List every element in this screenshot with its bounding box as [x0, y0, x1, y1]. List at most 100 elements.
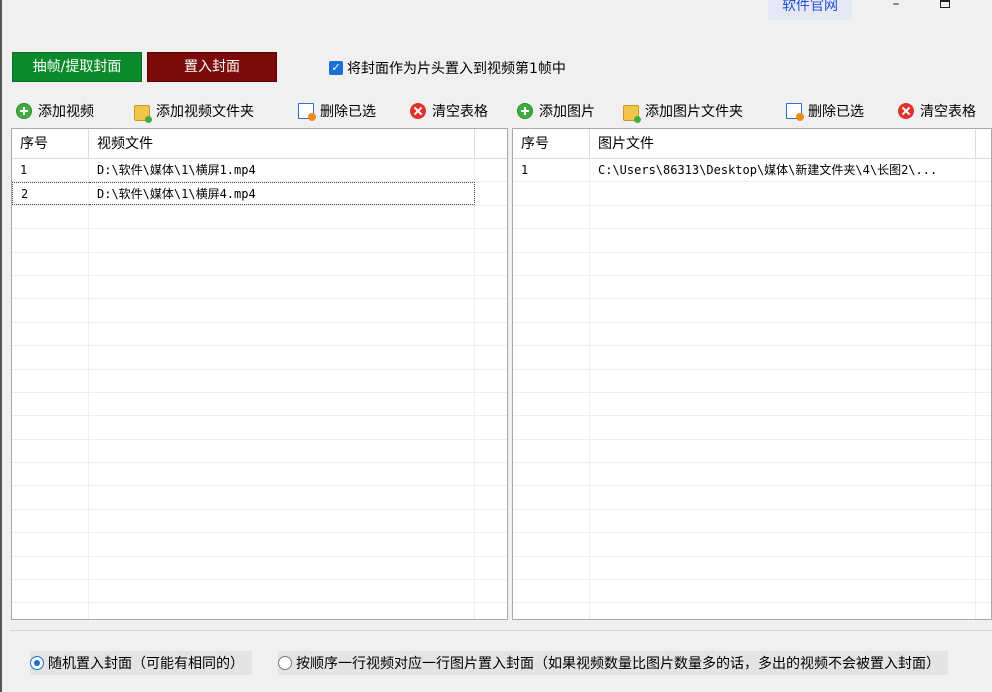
delete-selected-videos-button[interactable]: 删除已选: [298, 97, 376, 125]
empty-cell: [590, 275, 976, 299]
empty-cell: [513, 509, 590, 533]
clear-icon: [410, 103, 426, 119]
add-image-folder-button[interactable]: 添加图片文件夹: [623, 97, 743, 125]
empty-cell: [475, 206, 507, 228]
clear-image-table-button[interactable]: 清空表格: [898, 97, 976, 125]
empty-cell: [475, 486, 507, 508]
empty-cell: [12, 392, 89, 416]
empty-cell: [89, 439, 475, 463]
empty-cell: [590, 369, 976, 392]
empty-row: [12, 229, 507, 253]
empty-cell: [513, 416, 590, 439]
column-header-index[interactable]: 序号: [12, 129, 89, 158]
empty-row: [12, 252, 507, 276]
empty-cell: [513, 580, 590, 603]
empty-row: [12, 580, 507, 604]
empty-cell: [12, 603, 89, 619]
empty-cell: [513, 322, 590, 346]
add-image-label: 添加图片: [539, 104, 595, 120]
random-cover-label: 随机置入封面（可能有相同的）: [48, 656, 244, 672]
add-image-folder-label: 添加图片文件夹: [645, 104, 743, 120]
empty-cell: [89, 369, 475, 392]
column-header-filler: [475, 129, 507, 158]
empty-cell: [590, 509, 976, 533]
empty-row: [513, 533, 991, 557]
empty-cell: [976, 346, 991, 368]
empty-cell: [590, 299, 976, 322]
table-row[interactable]: 1 C:\Users\86313\Desktop\媒体\新建文件夹\4\长图2\…: [513, 159, 991, 183]
empty-cell: [12, 580, 89, 603]
add-icon: [517, 103, 533, 119]
empty-row: [513, 556, 991, 581]
maximize-button[interactable]: [930, 0, 960, 16]
empty-cell: [89, 322, 475, 346]
empty-cell: [12, 369, 89, 392]
cover-as-first-frame-checkbox[interactable]: ✓ 将封面作为片头置入到视频第1帧中: [329, 59, 566, 77]
sequential-cover-label: 按顺序一行视频对应一行图片置入封面（如果视频数量比图片数量多的话，多出的视频不会…: [296, 656, 940, 672]
empty-row: [513, 509, 991, 534]
empty-cell: [12, 533, 89, 556]
empty-cell: [590, 205, 976, 229]
empty-row: [12, 275, 507, 300]
delete-selected-label: 删除已选: [808, 104, 864, 120]
column-header-video-file[interactable]: 视频文件: [89, 129, 475, 158]
empty-cell: [12, 346, 89, 369]
row-filler: [475, 159, 507, 181]
empty-row: [12, 439, 507, 464]
empty-cell: [976, 486, 991, 508]
empty-cell: [12, 299, 89, 322]
table-row[interactable]: 2 D:\软件\媒体\1\横屏4.mp4: [12, 182, 507, 206]
empty-cell: [12, 275, 89, 299]
empty-cell: [976, 603, 991, 619]
random-cover-radio[interactable]: 随机置入封面（可能有相同的）: [30, 651, 252, 675]
empty-row: [12, 416, 507, 440]
empty-cell: [89, 416, 475, 439]
embed-cover-button[interactable]: 置入封面: [147, 52, 277, 82]
empty-cell: [475, 299, 507, 321]
empty-cell: [590, 463, 976, 486]
empty-cell: [513, 229, 590, 252]
add-icon: [16, 103, 32, 119]
sequential-cover-radio[interactable]: 按顺序一行视频对应一行图片置入封面（如果视频数量比图片数量多的话，多出的视频不会…: [278, 651, 948, 675]
empty-cell: [513, 275, 590, 299]
empty-cell: [976, 533, 991, 555]
add-image-button[interactable]: 添加图片: [517, 97, 595, 125]
empty-cell: [590, 580, 976, 603]
empty-cell: [89, 275, 475, 299]
empty-cell: [590, 439, 976, 463]
extract-frames-button[interactable]: 抽帧/提取封面: [12, 52, 142, 82]
empty-cell: [513, 182, 590, 205]
delete-icon: [786, 103, 804, 121]
row-file-path: D:\软件\媒体\1\横屏4.mp4: [89, 182, 475, 205]
empty-row: [12, 322, 507, 347]
empty-cell: [89, 509, 475, 533]
table-row[interactable]: 1 D:\软件\媒体\1\横屏1.mp4: [12, 159, 507, 183]
empty-cell: [976, 393, 991, 415]
video-table[interactable]: 序号 视频文件 1 D:\软件\媒体\1\横屏1.mp4 2 D:\软件\媒体\…: [11, 128, 508, 620]
empty-cell: [976, 440, 991, 462]
empty-row: [513, 322, 991, 347]
row-file-path: D:\软件\媒体\1\横屏1.mp4: [89, 159, 475, 182]
delete-selected-images-button[interactable]: 删除已选: [786, 97, 864, 125]
empty-cell: [475, 370, 507, 392]
empty-cell: [590, 346, 976, 369]
add-video-folder-button[interactable]: 添加视频文件夹: [134, 97, 254, 125]
empty-cell: [513, 603, 590, 619]
maximize-icon: [940, 0, 950, 8]
empty-cell: [12, 509, 89, 533]
image-table[interactable]: 序号 图片文件 1 C:\Users\86313\Desktop\媒体\新建文件…: [512, 128, 992, 620]
add-video-button[interactable]: 添加视频: [16, 97, 94, 125]
row-filler: [976, 159, 991, 181]
column-header-image-file[interactable]: 图片文件: [590, 129, 976, 158]
empty-row: [513, 299, 991, 323]
empty-row: [12, 463, 507, 487]
empty-cell: [976, 416, 991, 438]
minimize-button[interactable]: –: [881, 0, 911, 16]
column-header-index[interactable]: 序号: [513, 129, 590, 158]
official-site-link[interactable]: 软件官网: [768, 0, 852, 20]
empty-cell: [89, 252, 475, 275]
empty-cell: [475, 603, 507, 619]
clear-table-label: 清空表格: [432, 104, 488, 120]
clear-video-table-button[interactable]: 清空表格: [410, 97, 488, 125]
checkbox-label: 将封面作为片头置入到视频第1帧中: [347, 61, 566, 77]
